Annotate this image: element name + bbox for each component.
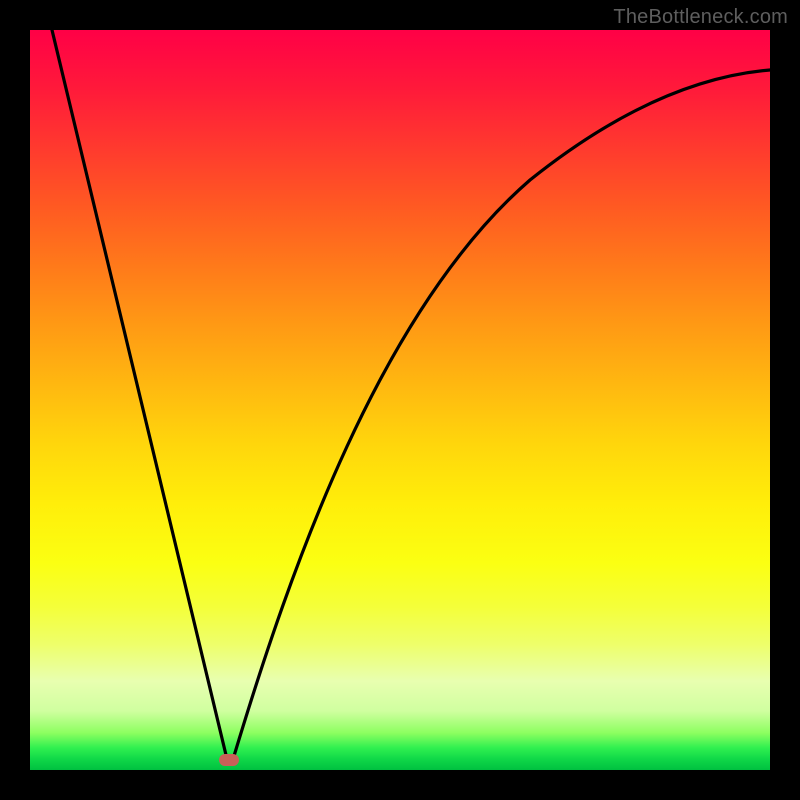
bottleneck-curve [52, 30, 770, 760]
chart-stage: TheBottleneck.com [0, 0, 800, 800]
watermark-text: TheBottleneck.com [613, 6, 788, 29]
optimal-marker [219, 754, 239, 766]
plot-area [30, 30, 770, 770]
curve-svg [30, 30, 770, 770]
